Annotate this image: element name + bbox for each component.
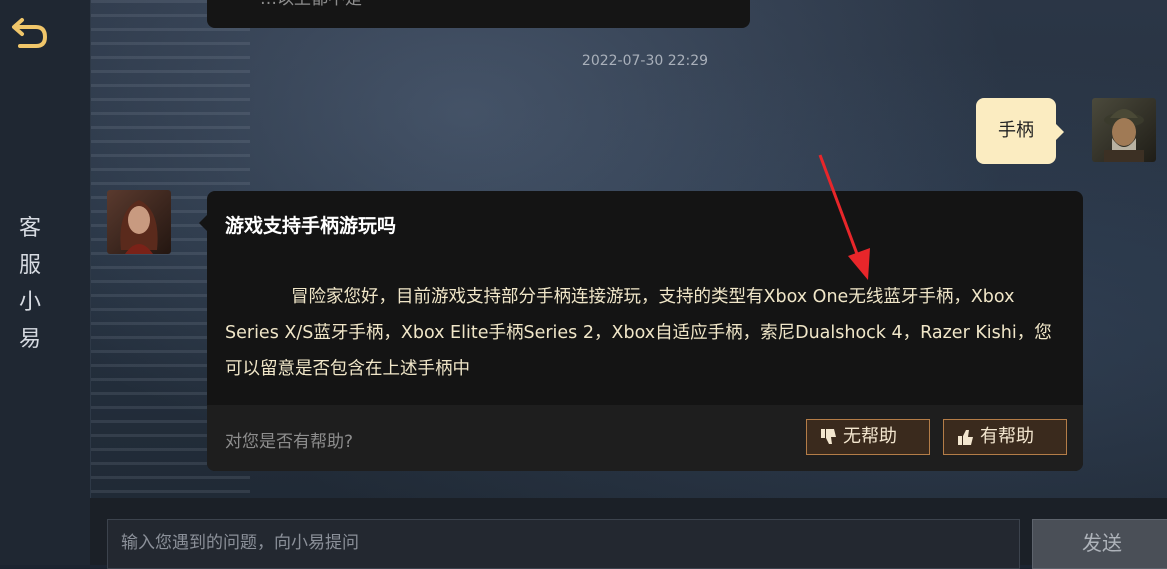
helpful-label: 有帮助 xyxy=(980,426,1034,447)
thumbs-down-icon xyxy=(815,428,843,446)
assistant-avatar xyxy=(107,190,171,254)
answer-card: 游戏支持手柄游玩吗 冒险家您好，目前游戏支持部分手柄连接游玩，支持的类型有Xbo… xyxy=(199,191,1083,471)
back-button[interactable] xyxy=(10,12,50,52)
sidebar-title: 客 服 小 易 xyxy=(0,210,60,358)
message-timestamp: 2022-07-30 22:29 xyxy=(581,53,709,69)
feedback-question: 对您是否有帮助? xyxy=(225,432,354,452)
sidebar-title-char: 服 xyxy=(18,253,41,278)
answer-title: 游戏支持手柄游玩吗 xyxy=(225,215,397,237)
previous-bot-bubble: 一…以上都不是 xyxy=(207,0,750,28)
send-button[interactable]: 发送 xyxy=(1032,519,1167,569)
question-input[interactable]: 输入您遇到的问题，向小易提问 xyxy=(107,519,1020,569)
sidebar-title-char: 小 xyxy=(18,290,41,315)
return-arrow-icon xyxy=(12,18,48,48)
not-helpful-label: 无帮助 xyxy=(843,426,897,447)
thumbs-up-icon xyxy=(952,428,980,446)
answer-body: 冒险家您好，目前游戏支持部分手柄连接游玩，支持的类型有Xbox One无线蓝牙手… xyxy=(225,287,1052,379)
feedback-bar: 对您是否有帮助? 无帮助 有帮助 xyxy=(207,405,1083,471)
user-message-bubble: 手柄 xyxy=(976,98,1064,164)
sidebar: 客 服 小 易 xyxy=(0,0,91,565)
not-helpful-button[interactable]: 无帮助 xyxy=(806,419,930,455)
user-avatar xyxy=(1092,98,1156,162)
sidebar-title-char: 易 xyxy=(18,327,41,352)
annotation-arrow xyxy=(818,154,870,280)
sidebar-title-char: 客 xyxy=(18,216,41,241)
previous-message-text: 一…以上都不是 xyxy=(243,0,362,9)
helpful-button[interactable]: 有帮助 xyxy=(943,419,1067,455)
